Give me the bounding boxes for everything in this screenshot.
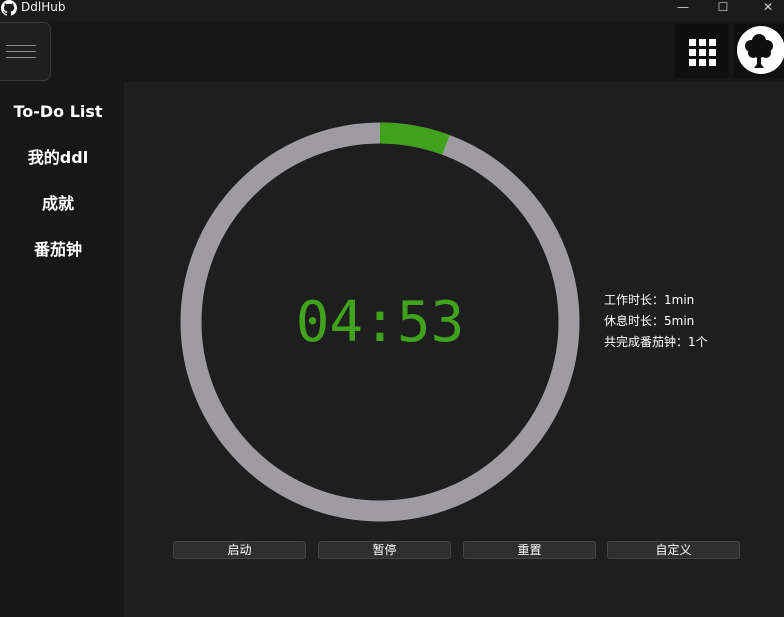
timer-progress-arc (379, 122, 450, 155)
hamburger-icon (6, 45, 36, 46)
title-bar: DdlHub — ☐ ✕ (0, 0, 784, 22)
custom-button[interactable]: 自定义 (607, 541, 740, 559)
start-button[interactable]: 启动 (173, 541, 306, 559)
tree-avatar-icon (737, 26, 784, 74)
top-bar (0, 22, 784, 82)
apps-button[interactable] (675, 24, 729, 78)
grid-icon (689, 39, 716, 66)
sidebar-item-todo[interactable]: To-Do List (0, 102, 116, 122)
sidebar-item-pomodoro[interactable]: 番茄钟 (0, 240, 116, 260)
completed-count-text: 共完成番茄钟：1个 (604, 335, 708, 349)
github-icon (1, 0, 17, 16)
window-title: DdlHub (21, 0, 66, 14)
rest-duration-text: 休息时长：5min (604, 314, 695, 328)
close-button[interactable]: ✕ (745, 0, 784, 14)
sidebar-item-achievements[interactable]: 成就 (0, 194, 116, 214)
pause-button[interactable]: 暂停 (318, 541, 451, 559)
timer-display: 04:53 (295, 290, 465, 355)
reset-button[interactable]: 重置 (463, 541, 596, 559)
sidebar-item-my-ddl[interactable]: 我的ddl (0, 148, 116, 168)
hamburger-icon-line (6, 51, 36, 52)
menu-button[interactable] (0, 22, 51, 81)
work-duration-text: 工作时长：1min (604, 293, 695, 307)
hamburger-icon-line (6, 57, 36, 58)
maximize-button[interactable]: ☐ (700, 0, 746, 14)
avatar[interactable] (734, 24, 784, 78)
